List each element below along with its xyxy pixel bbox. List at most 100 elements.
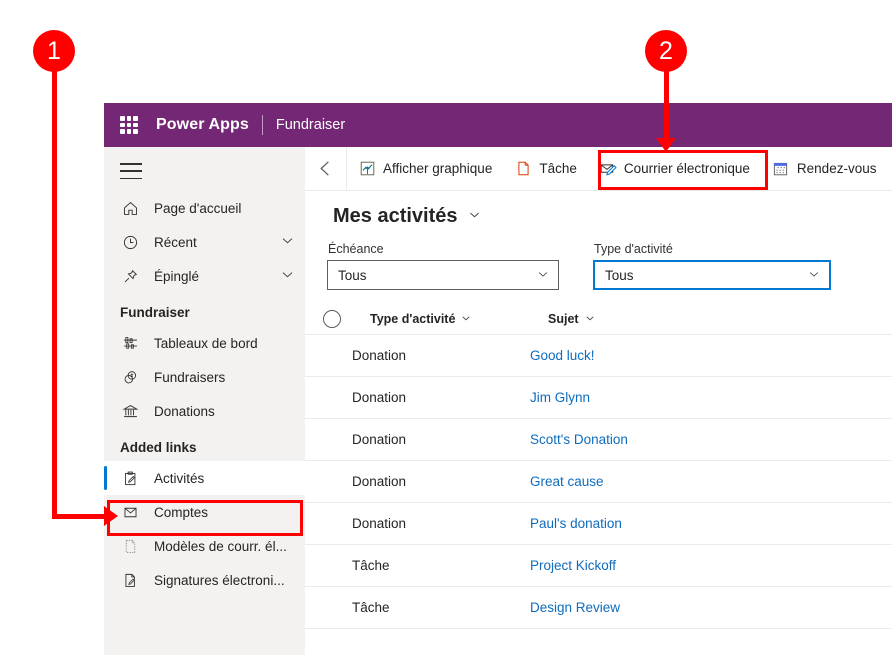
cell-subject[interactable]: Project Kickoff — [530, 558, 770, 573]
callout-badge-2: 2 — [645, 30, 687, 72]
table-row[interactable]: Donation Great cause — [305, 461, 892, 503]
dashboard-icon — [120, 333, 140, 353]
echeance-value: Tous — [338, 268, 526, 283]
command-label: Rendez-vous — [797, 161, 877, 176]
top-navigation-bar: Power Apps Fundraiser — [104, 103, 892, 147]
cell-type: Donation — [352, 516, 530, 531]
cell-type: Tâche — [352, 558, 530, 573]
brand-divider — [262, 115, 263, 135]
command-tache[interactable]: Tâche — [503, 147, 588, 191]
activities-grid: Type d'activité Sujet — [305, 304, 892, 629]
highlight-box-activites — [107, 500, 303, 536]
echeance-dropdown[interactable]: Tous — [327, 260, 559, 290]
cell-subject[interactable]: Great cause — [530, 474, 770, 489]
sidebar-group-title-fundraiser: Fundraiser — [104, 293, 305, 326]
cell-subject[interactable]: Design Review — [530, 600, 770, 615]
table-row[interactable]: Donation Good luck! — [305, 335, 892, 377]
sidebar-item-label: Tableaux de bord — [154, 336, 295, 351]
cell-subject[interactable]: Paul's donation — [530, 516, 770, 531]
document-dotted-icon — [120, 536, 140, 556]
column-header-subject[interactable]: Sujet — [548, 312, 768, 327]
filter-label: Échéance — [327, 242, 559, 256]
highlight-box-courrier-electronique — [598, 150, 768, 190]
cell-type: Donation — [352, 390, 530, 405]
main-content: Afficher graphique Tâche — [305, 147, 892, 655]
task-page-icon — [514, 160, 532, 178]
cell-type: Donation — [352, 474, 530, 489]
clipboard-pencil-icon — [120, 468, 140, 488]
chevron-down-icon[interactable] — [536, 267, 550, 284]
callout-1-leader-horizontal — [52, 514, 107, 519]
command-label: Afficher graphique — [383, 161, 492, 176]
app-name-label[interactable]: Fundraiser — [276, 117, 345, 133]
chevron-down-icon[interactable] — [807, 267, 821, 284]
chevron-down-icon[interactable] — [280, 233, 295, 251]
sidebar-item-pinned[interactable]: Épinglé — [104, 259, 305, 293]
cell-subject[interactable]: Jim Glynn — [530, 390, 770, 405]
grid-body: Donation Good luck! Donation Jim Glynn D… — [305, 335, 892, 629]
sidebar-item-label: Modèles de courr. él... — [154, 539, 295, 554]
filter-echeance: Échéance Tous — [327, 242, 559, 290]
sidebar-item-label: Épinglé — [154, 269, 280, 284]
cell-subject[interactable]: Scott's Donation — [530, 432, 770, 447]
app-body: Page d'accueil Récent Épinglé — [104, 147, 892, 655]
filter-type-activite: Type d'activité Tous — [593, 242, 831, 290]
chevron-down-icon[interactable] — [460, 312, 472, 327]
command-label: Tâche — [539, 161, 577, 176]
cell-type: Donation — [352, 432, 530, 447]
sidebar-item-donations[interactable]: Donations — [104, 394, 305, 428]
chevron-down-icon[interactable] — [280, 267, 295, 285]
sidebar-item-label: Page d'accueil — [154, 201, 295, 216]
callout-badge-1: 1 — [33, 30, 75, 72]
view-selector[interactable]: Mes activités — [305, 191, 892, 228]
sidebar-item-esignatures[interactable]: Signatures électroni... — [104, 563, 305, 597]
sidebar-item-label: Fundraisers — [154, 370, 295, 385]
callout-1-leader-vertical — [52, 68, 57, 518]
type-activite-value: Tous — [605, 268, 797, 283]
table-row[interactable]: Donation Scott's Donation — [305, 419, 892, 461]
sidebar-item-label: Récent — [154, 235, 280, 250]
money-icon — [120, 367, 140, 387]
chevron-down-icon[interactable] — [584, 312, 596, 327]
column-header-label: Sujet — [548, 312, 579, 326]
type-activite-dropdown[interactable]: Tous — [593, 260, 831, 290]
bank-icon — [120, 401, 140, 421]
hamburger-icon[interactable] — [120, 163, 142, 179]
table-row[interactable]: Tâche Design Review — [305, 587, 892, 629]
column-header-type[interactable]: Type d'activité — [370, 312, 548, 327]
calendar-icon — [772, 160, 790, 178]
table-row[interactable]: Tâche Project Kickoff — [305, 545, 892, 587]
back-arrow-icon[interactable] — [305, 147, 347, 191]
clock-icon — [120, 232, 140, 252]
table-row[interactable]: Donation Jim Glynn — [305, 377, 892, 419]
callout-2-leader-vertical — [664, 68, 669, 140]
sidebar-item-label: Signatures électroni... — [154, 573, 295, 588]
command-afficher-graphique[interactable]: Afficher graphique — [347, 147, 503, 191]
command-rendez-vous[interactable]: Rendez-vous — [761, 147, 888, 191]
sidebar-item-recent[interactable]: Récent — [104, 225, 305, 259]
grid-header-row: Type d'activité Sujet — [305, 304, 892, 334]
sidebar-item-dashboards[interactable]: Tableaux de bord — [104, 326, 305, 360]
chart-icon — [358, 160, 376, 178]
select-all-circle-icon[interactable] — [323, 310, 341, 328]
filter-label: Type d'activité — [593, 242, 831, 256]
table-row[interactable]: Donation Paul's donation — [305, 503, 892, 545]
sidebar-item-fundraisers[interactable]: Fundraisers — [104, 360, 305, 394]
brand-label[interactable]: Power Apps — [156, 116, 249, 134]
filter-bar: Échéance Tous Type d'activité Tous — [305, 228, 892, 290]
app-window: Power Apps Fundraiser Page d'accueil R — [104, 103, 892, 655]
sidebar-group-title-added-links: Added links — [104, 428, 305, 461]
sidebar: Page d'accueil Récent Épinglé — [104, 147, 305, 655]
app-launcher-icon[interactable] — [120, 116, 138, 134]
sidebar-item-label: Donations — [154, 404, 295, 419]
column-header-label: Type d'activité — [370, 312, 455, 326]
chevron-down-icon[interactable] — [467, 207, 482, 227]
home-icon — [120, 198, 140, 218]
sidebar-item-activites[interactable]: Activités — [104, 461, 305, 495]
cell-type: Tâche — [352, 600, 530, 615]
sidebar-item-label: Activités — [154, 471, 295, 486]
sidebar-item-home[interactable]: Page d'accueil — [104, 191, 305, 225]
pin-icon — [120, 266, 140, 286]
document-pencil-icon — [120, 570, 140, 590]
cell-subject[interactable]: Good luck! — [530, 348, 770, 363]
